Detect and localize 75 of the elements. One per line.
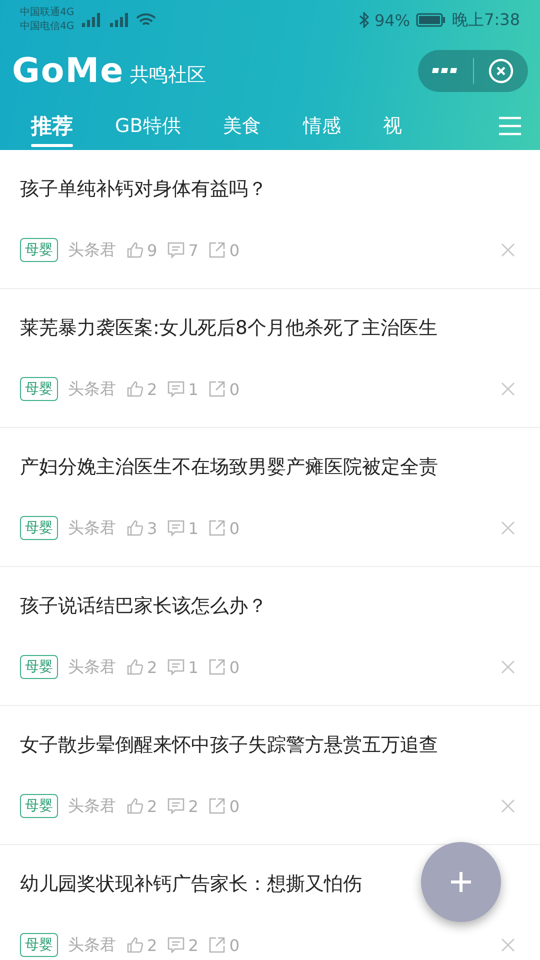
comment-count: 1 [188,380,198,398]
share-count: 0 [229,240,240,260]
article-title[interactable]: 莱芜暴力袭医案:女儿死后8个月他杀死了主治医生 [20,315,520,341]
plus-icon [450,871,472,893]
signal-icon [108,13,130,27]
thumbs-up-icon[interactable] [126,380,144,398]
comment-icon[interactable] [167,241,186,259]
share-count: 0 [229,380,240,398]
article-title[interactable]: 产妇分娩主治医生不在场致男婴产瘫医院被定全责 [20,454,520,480]
like-count: 2 [147,380,158,398]
share-icon[interactable] [208,519,226,537]
app-subtitle: 共鸣社区 [130,63,206,88]
close-icon[interactable] [501,660,515,674]
comment-icon[interactable] [167,380,186,398]
author-name: 头条君 [68,796,116,816]
wifi-icon [136,12,156,28]
battery-icon [416,13,446,27]
like-count: 9 [147,240,158,260]
share-icon[interactable] [208,936,226,954]
category-tag: 母婴 [20,794,58,818]
close-icon[interactable] [501,521,515,535]
bluetooth-icon [358,12,368,28]
comment-icon[interactable] [167,936,186,954]
share-count: 0 [229,796,240,816]
article-title[interactable]: 孩子单纯补钙对身体有益吗？ [20,176,520,202]
like-count: 3 [147,518,158,538]
author-name: 头条君 [68,378,116,400]
category-tag: 母婴 [20,655,58,679]
close-icon[interactable] [501,243,515,257]
carrier-label: 中国电信4G [20,20,74,34]
article-title[interactable]: 幼儿园奖状现补钙广告家长：想撕又怕伤 [20,871,520,897]
more-icon[interactable] [432,67,458,75]
thumbs-up-icon[interactable] [126,936,144,954]
author-name: 头条君 [68,656,116,678]
article-title[interactable]: 女子散步晕倒醒来怀中孩子失踪警方悬赏五万追查 [20,732,520,758]
battery-percent: 94% [374,10,410,30]
share-count: 0 [229,658,240,676]
comment-count: 2 [188,936,198,954]
close-icon[interactable] [501,382,515,396]
comment-icon[interactable] [167,658,186,676]
comment-icon[interactable] [167,519,186,537]
clock: 晚上7:38 [452,10,520,30]
like-count: 2 [147,796,158,816]
share-icon[interactable] [208,241,226,259]
author-name: 头条君 [68,240,116,260]
comment-count: 7 [188,240,198,260]
like-count: 2 [147,658,158,676]
share-icon[interactable] [208,658,226,676]
close-icon[interactable] [501,799,515,813]
add-button[interactable] [421,842,501,922]
author-name: 头条君 [68,518,116,538]
category-tag: 母婴 [20,933,58,957]
comment-count: 1 [188,518,198,538]
comment-count: 1 [188,658,198,676]
thumbs-up-icon[interactable] [126,797,144,815]
author-name: 头条君 [68,934,116,956]
share-icon[interactable] [208,380,226,398]
like-count: 2 [147,936,158,954]
close-icon[interactable] [501,938,515,952]
share-count: 0 [229,936,240,954]
comment-count: 2 [188,796,198,816]
category-tag: 母婴 [20,238,58,262]
category-tag: 母婴 [20,377,58,401]
carrier-label: 中国联通4G [20,6,74,20]
share-icon[interactable] [208,797,226,815]
thumbs-up-icon[interactable] [126,519,144,537]
app-logo: GoMe [12,51,124,91]
article-title[interactable]: 孩子说话结巴家长该怎么办？ [20,593,520,619]
comment-icon[interactable] [167,797,186,815]
share-count: 0 [229,518,240,538]
signal-icon [80,13,102,27]
category-tag: 母婴 [20,516,58,540]
thumbs-up-icon[interactable] [126,241,144,259]
thumbs-up-icon[interactable] [126,658,144,676]
menu-icon[interactable] [498,116,522,136]
